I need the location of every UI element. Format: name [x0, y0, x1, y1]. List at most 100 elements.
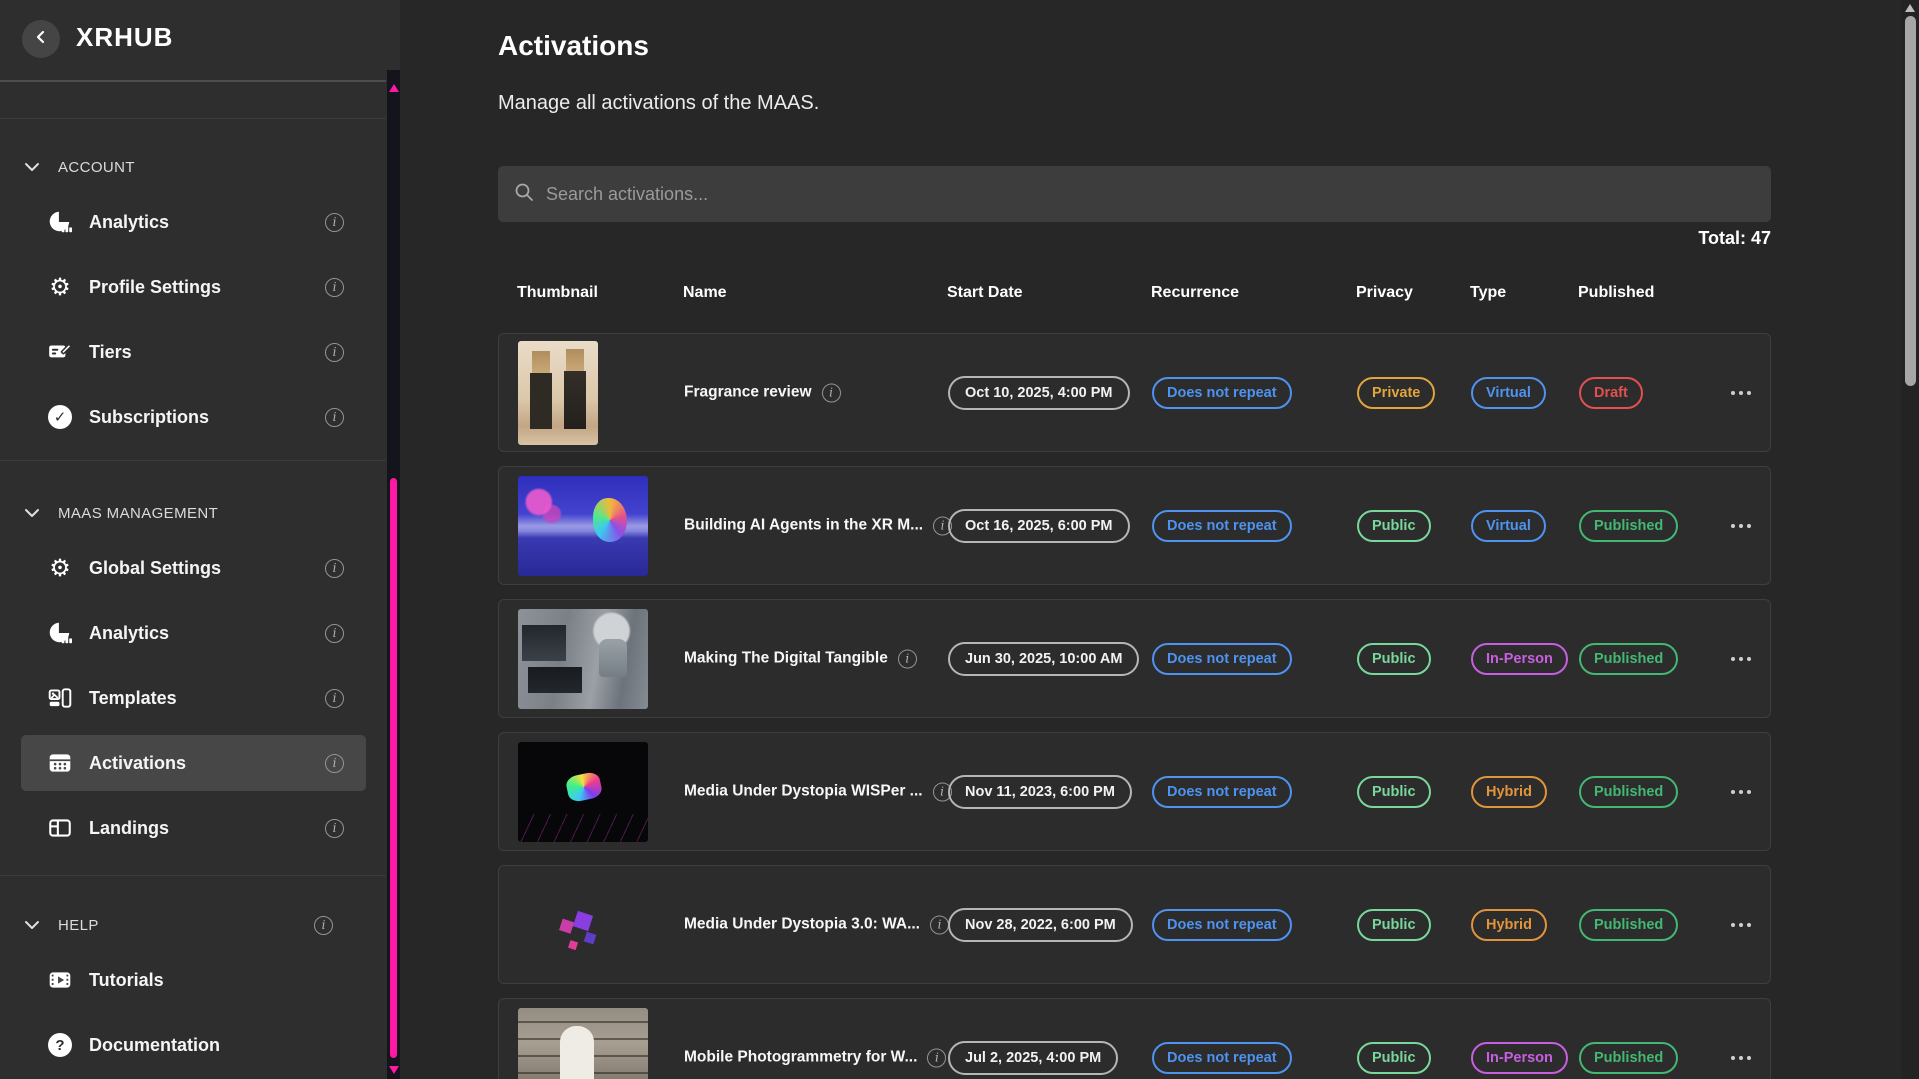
sidebar-item-subscriptions[interactable]: Subscriptions [21, 389, 366, 445]
calendar-grid-icon [45, 750, 75, 776]
recurrence-badge: Does not repeat [1152, 1042, 1292, 1074]
start-date-pill: Oct 10, 2025, 4:00 PM [948, 376, 1130, 410]
activation-thumbnail [518, 1008, 648, 1079]
info-icon[interactable] [325, 213, 344, 232]
check-circle-icon [45, 405, 75, 429]
info-icon[interactable] [898, 649, 917, 668]
info-icon[interactable] [930, 915, 949, 934]
start-date-pill: Jul 2, 2025, 4:00 PM [948, 1041, 1118, 1075]
more-options-icon[interactable] [1725, 1050, 1757, 1066]
info-icon[interactable] [822, 383, 841, 402]
sidebar-item-profile-settings[interactable]: ⚙ Profile Settings [21, 259, 366, 315]
start-date-pill: Jun 30, 2025, 10:00 AM [948, 642, 1139, 676]
sidebar-scrollbar-track[interactable] [387, 70, 400, 1079]
activation-row[interactable]: Mobile Photogrammetry for W... Jul 2, 20… [498, 998, 1771, 1079]
search-bar[interactable] [498, 166, 1771, 222]
section-label: HELP [58, 917, 99, 934]
question-circle-icon [45, 1033, 75, 1057]
sidebar-scrollbar-thumb[interactable] [390, 478, 397, 1058]
search-input[interactable] [546, 184, 1755, 205]
published-badge: Published [1579, 776, 1678, 808]
activation-name: Media Under Dystopia 3.0: WA... [684, 916, 920, 934]
info-icon[interactable] [325, 819, 344, 838]
info-icon[interactable] [325, 343, 344, 362]
published-badge: Draft [1579, 377, 1643, 409]
activation-row[interactable]: Media Under Dystopia WISPer ... Nov 11, … [498, 732, 1771, 851]
info-icon[interactable] [325, 689, 344, 708]
more-options-icon[interactable] [1725, 651, 1757, 667]
activation-row[interactable]: Media Under Dystopia 3.0: WA... Nov 28, … [498, 865, 1771, 984]
info-icon[interactable] [314, 916, 333, 935]
divider [0, 460, 386, 461]
divider [0, 875, 386, 876]
start-date-pill: Nov 11, 2023, 6:00 PM [948, 775, 1132, 809]
sidebar-header: XRHUB [0, 0, 386, 80]
published-badge: Published [1579, 510, 1678, 542]
activation-name: Media Under Dystopia WISPer ... [684, 783, 923, 801]
start-date-pill: Oct 16, 2025, 6:00 PM [948, 509, 1130, 543]
film-play-icon [45, 967, 75, 993]
section-header-account[interactable]: ACCOUNT [24, 155, 364, 179]
info-icon[interactable] [325, 754, 344, 773]
chevron-down-icon [24, 920, 40, 930]
sidebar-item-activations[interactable]: Activations [21, 735, 366, 791]
column-header-privacy: Privacy [1356, 284, 1413, 302]
info-icon[interactable] [325, 408, 344, 427]
more-options-icon[interactable] [1725, 784, 1757, 800]
app-logo: XRHUB [76, 22, 173, 53]
sidebar-item-tiers[interactable]: Tiers [21, 324, 366, 380]
more-options-icon[interactable] [1725, 518, 1757, 534]
sidebar-item-label: Global Settings [89, 558, 221, 579]
main-scrollbar-track[interactable] [1901, 0, 1919, 1079]
recurrence-badge: Does not repeat [1152, 643, 1292, 675]
scroll-down-icon[interactable] [387, 1064, 400, 1076]
scroll-up-icon[interactable] [387, 82, 400, 94]
app-window: XRHUB ACCOUNT Analytics ⚙ Profile Settin… [0, 0, 1919, 1079]
section-header-help[interactable]: HELP [24, 913, 364, 937]
activation-name: Mobile Photogrammetry for W... [684, 1049, 917, 1067]
sidebar: XRHUB ACCOUNT Analytics ⚙ Profile Settin… [0, 0, 400, 1079]
sidebar-item-documentation[interactable]: Documentation [21, 1017, 366, 1073]
sidebar-item-analytics-maas[interactable]: Analytics [21, 605, 366, 661]
recurrence-badge: Does not repeat [1152, 776, 1292, 808]
type-badge: Hybrid [1471, 909, 1547, 941]
sidebar-item-tutorials[interactable]: Tutorials [21, 952, 366, 1008]
info-icon[interactable] [325, 559, 344, 578]
sidebar-item-label: Analytics [89, 623, 169, 644]
info-icon[interactable] [325, 624, 344, 643]
type-badge: Hybrid [1471, 776, 1547, 808]
type-badge: Virtual [1471, 377, 1546, 409]
chevron-down-icon [24, 508, 40, 518]
activation-name: Building AI Agents in the XR M... [684, 517, 923, 535]
section-header-maas-management[interactable]: MAAS MANAGEMENT [24, 501, 364, 525]
info-icon[interactable] [927, 1048, 946, 1067]
type-badge: Virtual [1471, 510, 1546, 542]
more-options-icon[interactable] [1725, 917, 1757, 933]
scroll-up-icon[interactable] [1902, 2, 1918, 14]
sidebar-item-label: Subscriptions [89, 407, 209, 428]
collapse-sidebar-button[interactable] [22, 20, 60, 58]
main-content: Activations Manage all activations of th… [400, 0, 1919, 1079]
divider [0, 80, 386, 82]
activation-row[interactable]: Fragrance review Oct 10, 2025, 4:00 PM D… [498, 333, 1771, 452]
info-icon[interactable] [325, 278, 344, 297]
table-header-row: Thumbnail Name Start Date Recurrence Pri… [498, 284, 1771, 314]
activation-row[interactable]: Building AI Agents in the XR M... Oct 16… [498, 466, 1771, 585]
privacy-badge: Private [1357, 377, 1435, 409]
more-options-icon[interactable] [1725, 385, 1757, 401]
analytics-pie-icon [45, 209, 75, 235]
published-badge: Published [1579, 909, 1678, 941]
main-scrollbar-thumb[interactable] [1905, 16, 1916, 386]
sidebar-item-label: Tutorials [89, 970, 164, 991]
recurrence-badge: Does not repeat [1152, 909, 1292, 941]
activation-row[interactable]: Making The Digital Tangible Jun 30, 2025… [498, 599, 1771, 718]
recurrence-badge: Does not repeat [1152, 510, 1292, 542]
activation-thumbnail [518, 609, 648, 709]
sidebar-item-analytics[interactable]: Analytics [21, 194, 366, 250]
sidebar-item-landings[interactable]: Landings [21, 800, 366, 856]
activation-thumbnail [518, 742, 648, 842]
column-header-start-date: Start Date [947, 284, 1023, 302]
sidebar-item-templates[interactable]: Templates [21, 670, 366, 726]
page-title: Activations [498, 30, 649, 62]
sidebar-item-global-settings[interactable]: ⚙ Global Settings [21, 540, 366, 596]
